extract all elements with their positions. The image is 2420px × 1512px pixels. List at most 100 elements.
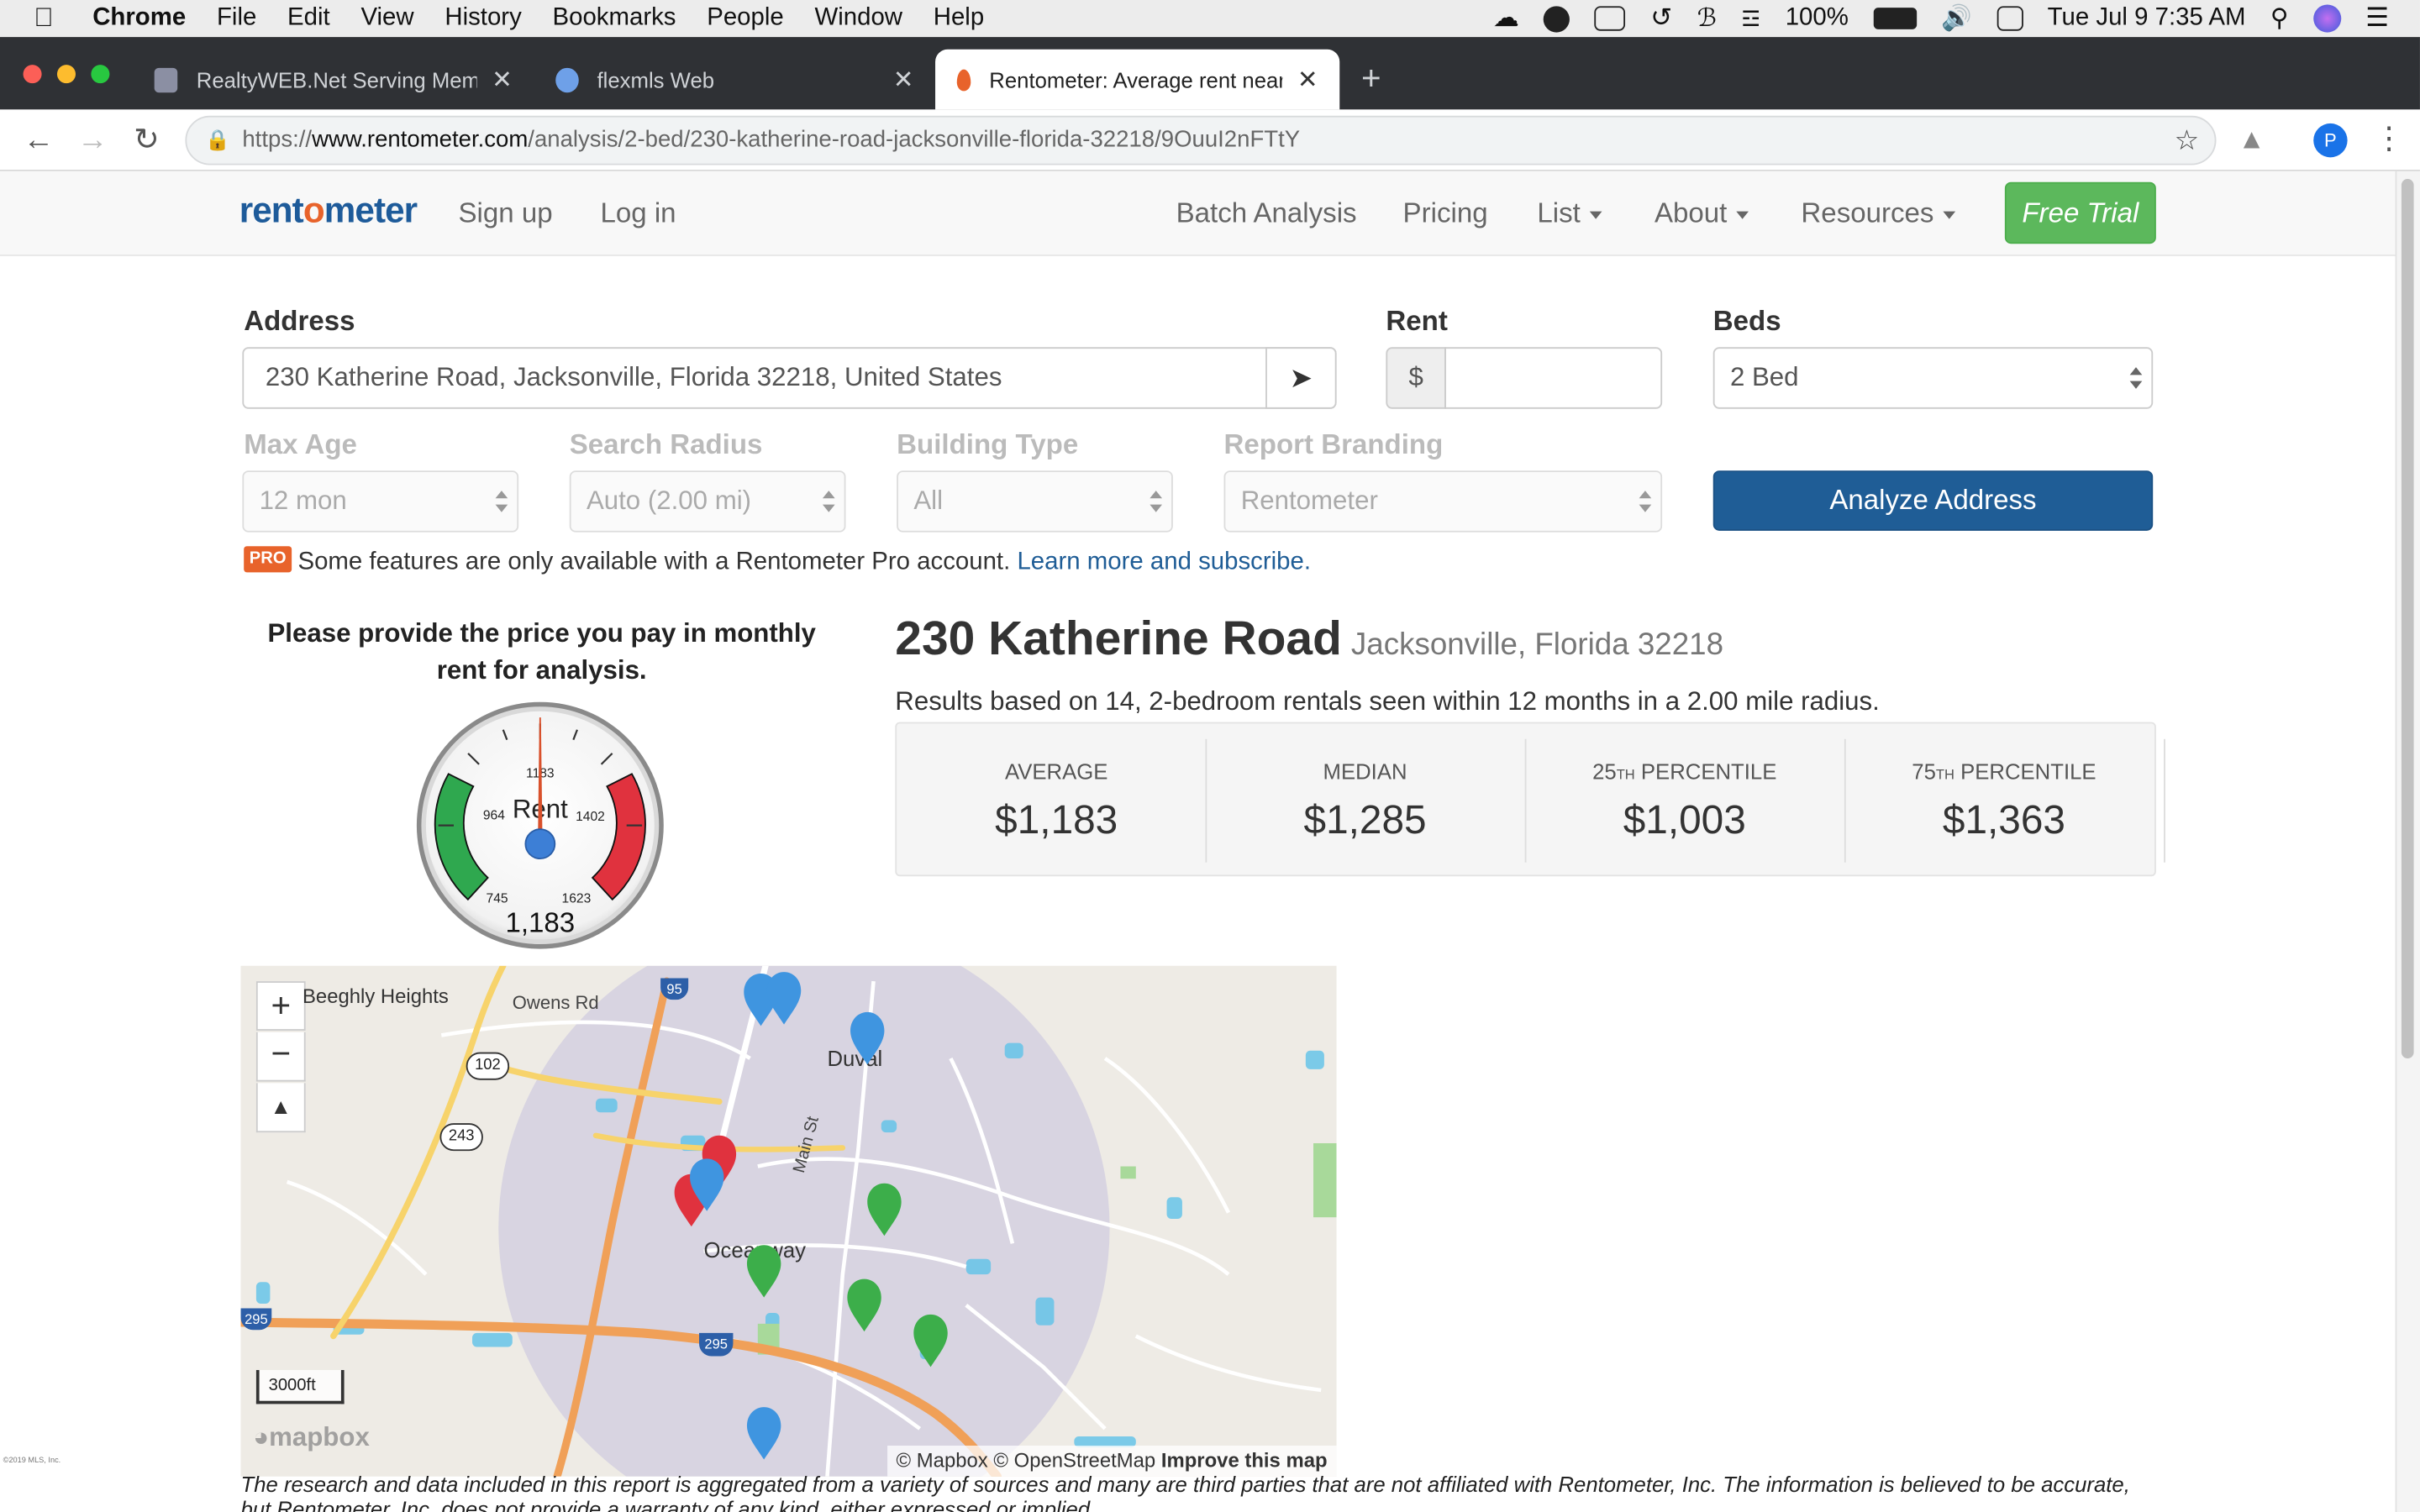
max-age-select[interactable]: 12 mon — [242, 470, 519, 533]
record-icon[interactable] — [1544, 5, 1570, 32]
nav-pricing[interactable]: Pricing — [1403, 197, 1488, 230]
tab-rentometer[interactable]: Rentometer: Average rent near ✕ — [935, 49, 1340, 110]
address-input[interactable]: 230 Katherine Road, Jacksonville, Florid… — [242, 347, 1337, 409]
gauge-prompt: Please provide the price you pay in mont… — [267, 618, 816, 685]
profile-avatar[interactable]: P — [2313, 123, 2348, 158]
search-radius-circle — [498, 965, 1110, 1477]
drive-extension-icon[interactable]: ▲ — [2238, 123, 2265, 156]
nav-resources[interactable]: Resources — [1801, 197, 1956, 230]
building-type-select[interactable]: All — [897, 470, 1173, 533]
menu-help[interactable]: Help — [934, 0, 984, 37]
gauge-hub — [524, 828, 556, 860]
bluetooth-icon[interactable]: ℬ — [1697, 3, 1717, 34]
disclaimer-text: The research and data included in this r… — [240, 1472, 2130, 1512]
tab-realtyweb[interactable]: RealtyWEB.Net Serving Membe ✕ — [133, 50, 534, 110]
menu-view[interactable]: View — [360, 0, 413, 37]
lock-icon: 🔒 — [205, 128, 231, 151]
osm-attribution-link[interactable]: © OpenStreetMap — [993, 1449, 1155, 1473]
forward-icon[interactable]: → — [74, 122, 111, 159]
back-icon[interactable]: ← — [20, 122, 57, 159]
caret-down-icon — [1943, 211, 1956, 219]
menu-bookmarks[interactable]: Bookmarks — [553, 0, 676, 37]
menu-file[interactable]: File — [217, 0, 256, 37]
apple-icon[interactable]:  — [34, 4, 61, 33]
map-label-duval: Duval — [827, 1046, 883, 1071]
web-page: rentometer Sign up Log in Batch Analysis… — [0, 171, 2396, 1512]
zoom-out-button[interactable]: − — [255, 1032, 306, 1082]
map-label-beeghly-heights: Beeghly Heights — [302, 984, 449, 1008]
results-summary: Results based on 14, 2-bedroom rentals s… — [895, 686, 1880, 717]
new-tab-icon[interactable]: + — [1361, 59, 1381, 99]
spotlight-icon[interactable]: ⚲ — [2270, 3, 2289, 34]
address-bar[interactable]: 🔒 https://www.rentometer.com/analysis/2-… — [185, 115, 2217, 165]
menu-app[interactable]: Chrome — [92, 0, 186, 37]
rentals-map[interactable]: + − ▲ Beeghly Heights Owens Rd Duval Mai… — [240, 965, 1337, 1477]
menu-window[interactable]: Window — [814, 0, 902, 37]
chrome-menu-icon[interactable]: ⋮ — [2374, 118, 2405, 157]
page-scrollbar-thumb[interactable] — [2401, 179, 2414, 1058]
caret-down-icon — [1736, 211, 1749, 219]
search-radius-label: Search Radius — [569, 428, 763, 460]
reload-icon[interactable]: ↻ — [128, 122, 165, 159]
pro-note: Some features are only available with a … — [297, 549, 1312, 576]
mac-menubar:  Chrome File Edit View History Bookmark… — [0, 0, 2420, 38]
nav-list[interactable]: List — [1537, 197, 1602, 230]
nav-about[interactable]: About — [1655, 197, 1749, 230]
zoom-in-button[interactable]: + — [255, 981, 306, 1031]
select-arrows-icon — [1150, 491, 1163, 515]
report-branding-select[interactable]: Rentometer — [1223, 470, 1663, 533]
rent-label: Rent — [1386, 305, 1448, 337]
site-navbar: rentometer Sign up Log in Batch Analysis… — [0, 171, 2396, 256]
notification-center-icon[interactable]: ☰ — [2365, 3, 2389, 34]
mapbox-logo[interactable]: ◕mapbox — [253, 1422, 370, 1453]
close-tab-icon[interactable]: ✕ — [1297, 64, 1318, 95]
analyze-address-button[interactable]: Analyze Address — [1712, 470, 2154, 531]
menu-edit[interactable]: Edit — [287, 0, 330, 37]
rent-input[interactable] — [1444, 347, 1663, 409]
reset-bearing-button[interactable]: ▲ — [255, 1083, 306, 1133]
rentometer-logo[interactable]: rentometer — [239, 190, 418, 232]
select-arrows-icon — [822, 491, 835, 515]
time-machine-icon[interactable]: ↺ — [1650, 3, 1672, 34]
stat-average: AVERAGE $1,183 — [995, 759, 1118, 843]
window-icon[interactable] — [1595, 6, 1626, 31]
mapbox-logo-icon: ◕ — [253, 1422, 270, 1452]
plus-icon: + — [271, 985, 292, 1025]
improve-map-link[interactable]: Improve this map — [1161, 1449, 1328, 1473]
learn-more-link[interactable]: Learn more and subscribe. — [1017, 549, 1311, 575]
locate-me-button[interactable]: ➤ — [1265, 347, 1337, 409]
select-arrows-icon — [1639, 491, 1652, 515]
battery-icon[interactable] — [1873, 8, 1917, 29]
minimize-window-icon[interactable] — [56, 65, 76, 84]
menu-history[interactable]: History — [445, 0, 521, 37]
beds-label: Beds — [1712, 305, 1781, 337]
interstate-295-shield: 295 — [699, 1332, 734, 1357]
menu-people[interactable]: People — [707, 0, 784, 37]
menubar-clock[interactable]: Tue Jul 9 7:35 AM — [2048, 5, 2246, 33]
free-trial-button[interactable]: Free Trial — [2004, 181, 2156, 244]
wifi-icon[interactable]: ☲ — [1741, 5, 1760, 31]
mapbox-attribution-link[interactable]: © Mapbox — [897, 1449, 988, 1473]
search-radius-select[interactable]: Auto (2.00 mi) — [569, 470, 846, 533]
beds-select[interactable]: 2 Bed — [1712, 347, 2154, 409]
interstate-95-shield: 95 — [660, 978, 689, 1000]
tab-flexmls[interactable]: flexmls Web ✕ — [534, 50, 935, 110]
map-scale-bar: 3000ft — [255, 1369, 345, 1404]
close-window-icon[interactable] — [23, 65, 42, 84]
map-label-oceanway: Oceanway — [703, 1237, 807, 1263]
nav-signup[interactable]: Sign up — [458, 197, 552, 230]
cloud-icon[interactable]: ☁ — [1493, 3, 1519, 34]
close-tab-icon[interactable]: ✕ — [893, 64, 914, 95]
zoom-window-icon[interactable] — [91, 65, 110, 84]
nav-batch-analysis[interactable]: Batch Analysis — [1176, 197, 1357, 230]
compass-icon: ▲ — [270, 1094, 292, 1119]
volume-icon[interactable]: 🔊 — [1941, 3, 1972, 34]
currency-addon: $ — [1386, 347, 1446, 409]
nav-login[interactable]: Log in — [600, 197, 676, 230]
gauge-tick-964: 964 — [483, 808, 505, 822]
calendar-icon[interactable] — [1996, 6, 2023, 31]
bookmark-star-icon[interactable]: ☆ — [2175, 118, 2200, 164]
siri-icon[interactable] — [2312, 4, 2341, 33]
close-tab-icon[interactable]: ✕ — [492, 64, 513, 95]
report-locality: Jacksonville, Florida 32218 — [1350, 627, 1724, 662]
